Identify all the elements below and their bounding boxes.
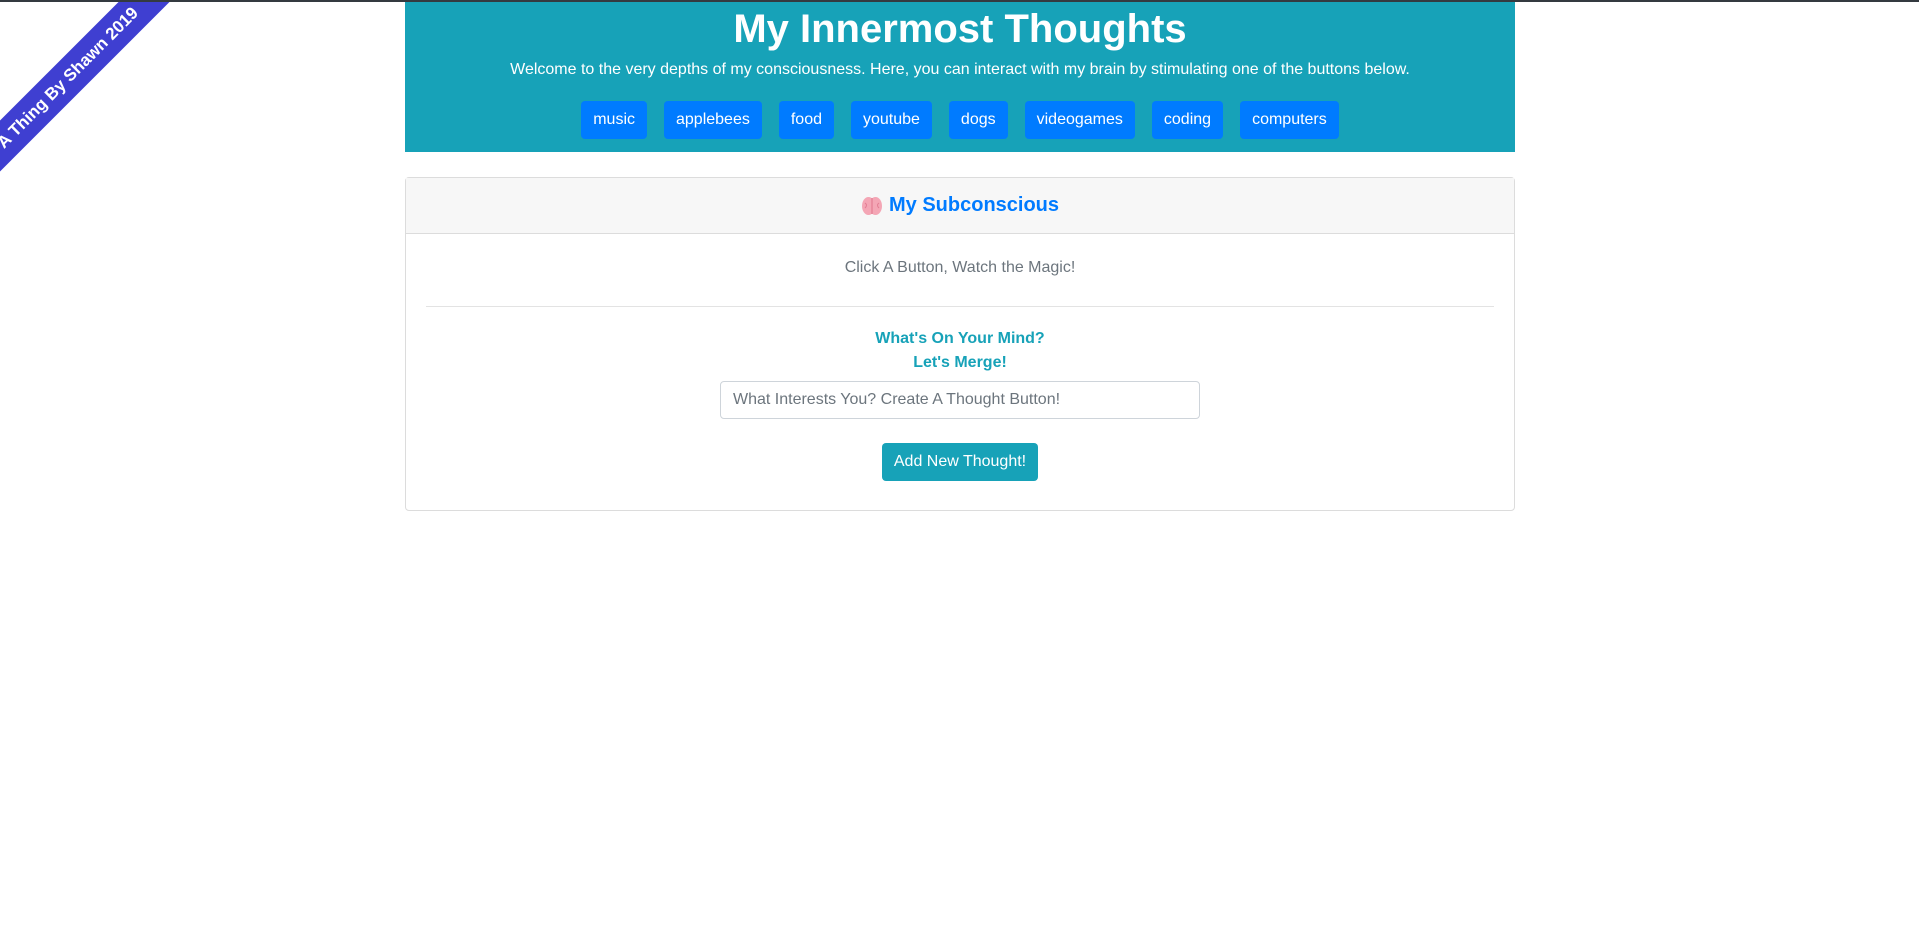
- subconscious-card: My Subconscious Click A Button, Watch th…: [405, 177, 1515, 511]
- brain-icon: [861, 195, 883, 217]
- topic-button-row: music applebees food youtube dogs videog…: [405, 101, 1515, 139]
- topic-button-music[interactable]: music: [581, 101, 647, 139]
- mind-heading: What's On Your Mind? Let's Merge!: [426, 327, 1494, 375]
- topic-button-videogames[interactable]: videogames: [1024, 101, 1135, 139]
- add-thought-button[interactable]: Add New Thought!: [881, 443, 1039, 481]
- corner-ribbon-wrap: A Thing By Shawn 2019: [0, 2, 200, 202]
- card-body: Click A Button, Watch the Magic! What's …: [406, 258, 1514, 481]
- page-title: My Innermost Thoughts: [733, 7, 1187, 51]
- topic-button-youtube[interactable]: youtube: [850, 101, 932, 139]
- topic-button-applebees[interactable]: applebees: [664, 101, 762, 139]
- mind-heading-line2: Let's Merge!: [913, 354, 1007, 371]
- divider: [426, 306, 1494, 307]
- topic-button-computers[interactable]: computers: [1240, 101, 1339, 139]
- thought-input[interactable]: [720, 381, 1200, 419]
- magic-text: Click A Button, Watch the Magic!: [844, 259, 1076, 276]
- mind-heading-line1: What's On Your Mind?: [875, 330, 1045, 347]
- card-title: My Subconscious: [888, 194, 1060, 216]
- topic-button-coding[interactable]: coding: [1151, 101, 1224, 139]
- card-header: My Subconscious: [406, 178, 1514, 234]
- welcome-text: Welcome to the very depths of my conscio…: [510, 61, 1410, 78]
- corner-ribbon: A Thing By Shawn 2019: [0, 2, 173, 183]
- topic-button-food[interactable]: food: [778, 101, 834, 139]
- page-header: My Innermost Thoughts Welcome to the ver…: [405, 2, 1515, 152]
- topic-button-dogs[interactable]: dogs: [948, 101, 1008, 139]
